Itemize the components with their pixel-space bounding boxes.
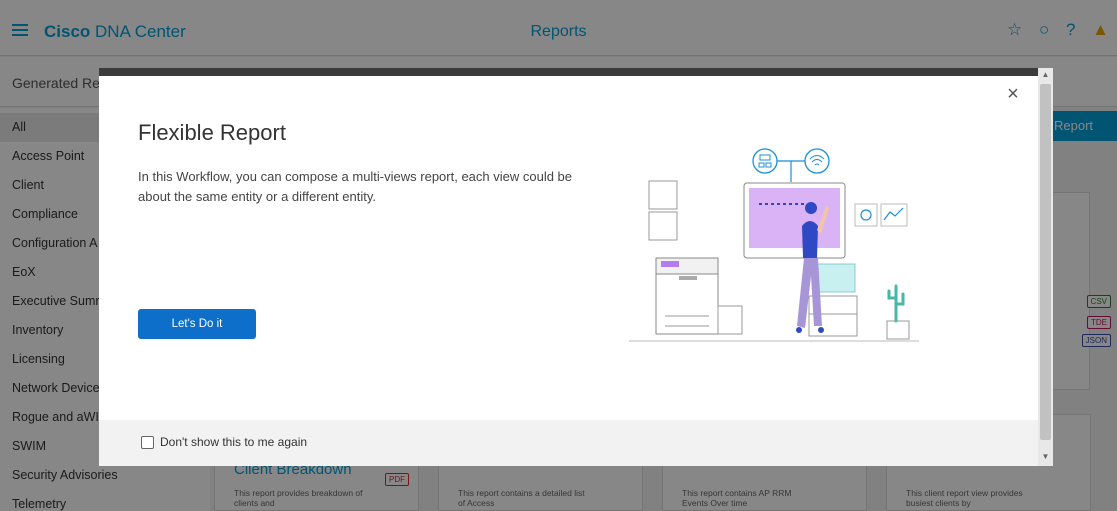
modal-title: Flexible Report [138,120,286,145]
modal-description: In this Workflow, you can compose a mult… [138,169,573,204]
modal-top-strip [99,68,1053,76]
flexible-report-modal: × Flexible Report In this Workflow, you … [99,68,1053,466]
dont-show-again-checkbox[interactable] [141,436,154,449]
dont-show-again-label[interactable]: Don't show this to me again [160,435,307,449]
scroll-thumb[interactable] [1040,84,1051,440]
workflow-illustration [629,148,919,342]
modal-footer: Don't show this to me again [99,420,1053,466]
scroll-up-icon[interactable]: ▲ [1038,68,1053,82]
modal-scrollbar[interactable]: ▲ ▼ [1038,68,1053,466]
lets-do-it-button[interactable]: Let's Do it [138,309,256,339]
scroll-down-icon[interactable]: ▼ [1038,450,1053,464]
close-icon[interactable]: × [1003,84,1023,104]
